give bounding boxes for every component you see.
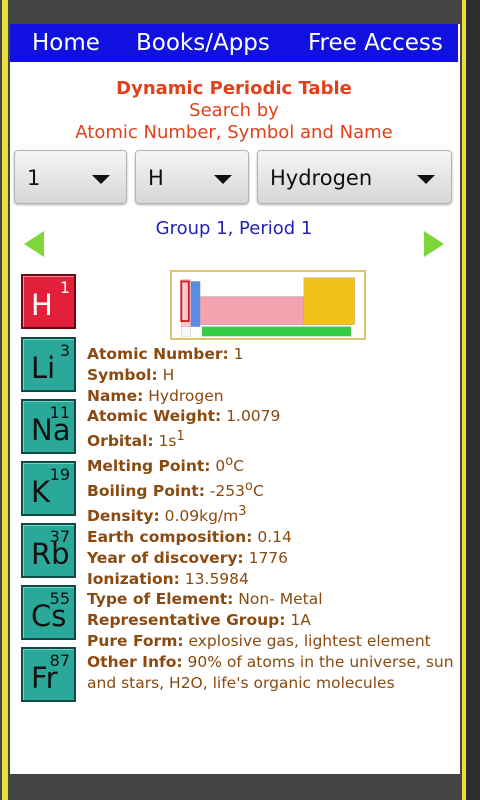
page-title: Dynamic Periodic Table xyxy=(116,78,352,99)
nav-books-apps-link[interactable]: Books/Apps xyxy=(136,30,270,56)
element-tile[interactable]: Na 11 xyxy=(21,399,76,454)
page-subtitle-line2: Atomic Number, Symbol and Name xyxy=(75,122,393,143)
element-tile-number: 11 xyxy=(49,403,70,422)
element-tile[interactable]: Rb 37 xyxy=(21,523,76,578)
next-arrow-icon[interactable] xyxy=(424,231,444,257)
element-tile-number: 37 xyxy=(49,527,70,546)
element-name-dropdown[interactable]: Hydrogen xyxy=(257,150,452,204)
nav-free-access-link[interactable]: Free Access xyxy=(308,30,443,56)
detail-other-info: Other Info: 90% of atoms in the universe… xyxy=(87,652,454,692)
chevron-down-icon xyxy=(92,175,110,184)
element-tile-number: 3 xyxy=(59,341,70,360)
element-tile-number: 1 xyxy=(59,278,70,297)
chevron-down-icon xyxy=(214,175,232,184)
element-tile[interactable]: Cs 55 xyxy=(21,585,76,640)
element-tile[interactable]: H1 xyxy=(21,274,76,329)
element-tile-number: 19 xyxy=(49,465,70,484)
group-period-label: Group 1, Period 1 xyxy=(155,218,313,239)
right-shadow xyxy=(466,0,480,800)
symbol-value: H xyxy=(148,166,164,190)
detail-name: Name: Hydrogen xyxy=(87,386,224,405)
symbol-dropdown[interactable]: H xyxy=(135,150,249,204)
element-name-value: Hydrogen xyxy=(270,166,373,190)
element-tile-number: 55 xyxy=(49,589,70,608)
detail-melting-point: Melting Point: 0oC xyxy=(87,454,245,476)
periodic-table-thumbnail xyxy=(170,270,366,340)
nav-home-link[interactable]: Home xyxy=(32,30,100,56)
detail-year-of-discovery: Year of discovery: 1776 xyxy=(87,548,289,567)
element-details: Atomic Number: 1 Symbol: H Name: Hydroge… xyxy=(87,344,457,693)
top-nav-bar: Home Books/Apps Free Access xyxy=(10,24,458,62)
right-edge-strip xyxy=(462,0,466,800)
detail-earth-composition: Earth composition: 0.14 xyxy=(87,528,292,546)
atomic-number-value: 1 xyxy=(27,166,41,190)
detail-representative-group: Representative Group: 1A xyxy=(87,611,311,630)
detail-type-of-element: Type of Element: Non- Metal xyxy=(87,590,323,609)
page-subtitle-line1: Search by xyxy=(189,100,279,121)
detail-boiling-point: Boiling Point: -253oC xyxy=(87,479,264,501)
detail-pure-form: Pure Form: explosive gas, lightest eleme… xyxy=(87,631,431,650)
detail-density: Density: 0.09kg/m3 xyxy=(87,504,247,526)
chevron-down-icon xyxy=(417,175,435,184)
element-tile-symbol: Li xyxy=(31,351,56,385)
element-tile[interactable]: Fr 87 xyxy=(21,647,76,702)
element-tile-number: 87 xyxy=(49,651,70,670)
element-tile[interactable]: K 19 xyxy=(21,461,76,516)
detail-atomic-number: Atomic Number: 1 xyxy=(87,345,244,363)
element-tile[interactable]: Li 3 xyxy=(21,337,76,392)
element-tile-symbol: K xyxy=(31,475,51,509)
detail-symbol: Symbol: H xyxy=(87,365,175,384)
detail-atomic-weight: Atomic Weight: 1.0079 xyxy=(87,407,281,426)
element-tile-symbol: H xyxy=(31,288,53,322)
detail-ionization: Ionization: 13.5984 xyxy=(87,569,249,588)
detail-orbital: Orbital: 1s1 xyxy=(87,429,185,451)
atomic-number-dropdown[interactable]: 1 xyxy=(14,150,127,204)
